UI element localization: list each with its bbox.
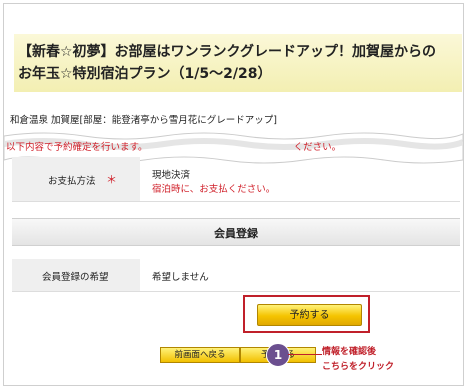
confirm-notice: 以下内容で予約確定を行います。 ください。 bbox=[6, 139, 341, 153]
reservation-confirm-panel: 【新春☆初夢】お部屋はワンランクグレードアップ！加賀屋からの お年玉☆特別宿泊プ… bbox=[3, 3, 464, 386]
payment-method-row: お支払方法 ＊ 現地決済 宿泊時に、お支払ください。 bbox=[12, 157, 460, 202]
member-section-header: 会員登録 bbox=[12, 218, 460, 246]
plan-title-line-1: 【新春☆初夢】お部屋はワンランクグレードアップ！加賀屋からの bbox=[18, 44, 436, 60]
required-mark: ＊ bbox=[106, 173, 117, 186]
confirm-notice-tail: ください。 bbox=[293, 142, 342, 153]
back-button[interactable]: 前画面へ戻る bbox=[160, 347, 240, 363]
member-value: 希望しません bbox=[152, 272, 209, 283]
confirm-notice-head: 以下内容で予約確定を行います。 bbox=[6, 142, 148, 153]
plan-title: 【新春☆初夢】お部屋はワンランクグレードアップ！加賀屋からの お年玉☆特別宿泊プ… bbox=[18, 41, 458, 85]
member-section-title: 会員登録 bbox=[214, 227, 258, 240]
plan-title-line-2: お年玉☆特別宿泊プラン（1/5〜2/28） bbox=[18, 66, 272, 82]
payment-value: 現地決済 bbox=[152, 170, 191, 181]
hotel-room-info: 和倉温泉 加賀屋[部屋：能登渚亭から雪月花にグレードアップ] bbox=[10, 115, 277, 126]
payment-note: 宿泊時に、お支払ください。 bbox=[152, 184, 276, 195]
reserve-button[interactable]: 予約する bbox=[257, 304, 362, 326]
payment-label: お支払方法 bbox=[48, 176, 96, 187]
callout-text-line-2: こちらをクリック bbox=[322, 362, 395, 372]
member-registration-row: 会員登録の希望 希望しません bbox=[12, 259, 460, 292]
step-number-badge: 1 bbox=[266, 343, 290, 367]
callout-text-line-1: 情報を確認後 bbox=[322, 347, 377, 357]
member-label: 会員登録の希望 bbox=[42, 272, 109, 283]
callout-line bbox=[288, 354, 322, 355]
